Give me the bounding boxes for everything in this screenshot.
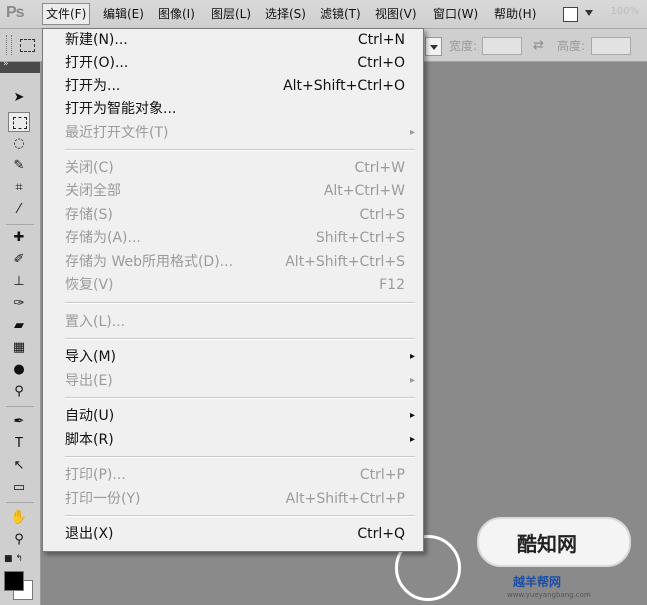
watermark-site-url: www.yueyangbang.com xyxy=(507,591,591,599)
watermark-badge-text: 酷知网 xyxy=(517,532,577,556)
menu-window[interactable]: 窗口(W) xyxy=(430,4,481,24)
submenu-arrow-icon: ▸ xyxy=(409,375,415,386)
toolbox: » ➤ ◌ ✎ ⌗ ⁄ ✚ ✐ ⊥ ✑ ▰ ▦ ● ⚲ ✒ T ↖ ▭ ✋ ⚲ … xyxy=(0,59,41,605)
clone-stamp-tool-icon[interactable]: ⊥ xyxy=(8,272,30,292)
marquee-tool-icon[interactable] xyxy=(8,112,30,132)
menu-item-print[interactable]: 打印(P)... Ctrl+P xyxy=(65,464,405,486)
menu-item-save-for-web[interactable]: 存储为 Web所用格式(D)... Alt+Shift+Ctrl+S xyxy=(65,251,405,273)
menu-item-place[interactable]: 置入(L)... xyxy=(65,311,405,333)
lasso-tool-icon[interactable]: ◌ xyxy=(8,134,30,154)
menu-file[interactable]: 文件(F) xyxy=(42,3,91,25)
menu-select[interactable]: 选择(S) xyxy=(262,4,309,24)
submenu-arrow-icon: ▸ xyxy=(409,410,415,421)
history-brush-tool-icon[interactable]: ✑ xyxy=(8,294,30,314)
brush-tool-icon[interactable]: ✐ xyxy=(8,250,30,270)
collapse-icon: » xyxy=(3,59,9,69)
menu-item-new[interactable]: 新建(N)... Ctrl+N xyxy=(65,29,405,51)
blur-tool-icon[interactable]: ● xyxy=(8,360,30,380)
style-dropdown[interactable] xyxy=(425,37,442,56)
toolbox-divider xyxy=(6,502,34,503)
menu-item-exit[interactable]: 退出(X) Ctrl+Q xyxy=(65,523,405,545)
path-select-tool-icon[interactable]: ↖ xyxy=(8,456,30,476)
menu-item-open[interactable]: 打开(O)... Ctrl+O xyxy=(65,52,405,74)
menu-item-import[interactable]: 导入(M) ▸ xyxy=(65,346,415,368)
height-label: 高度: xyxy=(557,39,586,53)
menu-edit[interactable]: 编辑(E) xyxy=(100,4,147,24)
menu-view[interactable]: 视图(V) xyxy=(372,4,420,24)
default-colors-icon[interactable]: ■ ↰ xyxy=(4,554,23,564)
pen-tool-icon[interactable]: ✒ xyxy=(8,412,30,432)
menu-separator xyxy=(65,515,415,517)
foreground-color-swatch[interactable] xyxy=(4,571,24,591)
watermark-badge: 酷知网 xyxy=(477,517,631,567)
menu-filter[interactable]: 滤镜(T) xyxy=(317,4,364,24)
menu-item-close[interactable]: 关闭(C) Ctrl+W xyxy=(65,157,405,179)
photoshop-logo: Ps xyxy=(6,4,25,21)
zoom-level: 100% xyxy=(610,6,639,17)
submenu-arrow-icon: ▸ xyxy=(409,351,415,362)
toolbox-header[interactable]: » xyxy=(0,59,40,73)
marquee-preset-icon[interactable] xyxy=(20,39,35,52)
menu-layer[interactable]: 图层(L) xyxy=(208,4,254,24)
chevron-down-icon xyxy=(585,10,593,16)
shape-tool-icon[interactable]: ▭ xyxy=(8,478,30,498)
menu-item-close-all[interactable]: 关闭全部 Alt+Ctrl+W xyxy=(65,180,405,202)
move-tool-icon[interactable]: ➤ xyxy=(8,88,30,108)
menu-bar: Ps 文件(F) 编辑(E) 图像(I) 图层(L) 选择(S) 滤镜(T) 视… xyxy=(0,0,647,29)
toolbox-divider xyxy=(6,406,34,407)
width-input[interactable] xyxy=(482,37,522,55)
arrange-documents-button[interactable] xyxy=(563,5,599,23)
file-menu-dropdown: 新建(N)... Ctrl+N 打开(O)... Ctrl+O 打开为... Alt+… xyxy=(42,28,424,552)
watermark-site-name: 越羊帮网 xyxy=(513,575,562,589)
height-input[interactable] xyxy=(591,37,631,55)
arrange-icon xyxy=(563,7,578,22)
dodge-tool-icon[interactable]: ⚲ xyxy=(8,382,30,402)
crop-tool-icon[interactable]: ⌗ xyxy=(8,178,30,198)
menu-item-export[interactable]: 导出(E) ▸ xyxy=(65,370,415,392)
menu-help[interactable]: 帮助(H) xyxy=(491,4,539,24)
menu-separator xyxy=(65,456,415,458)
grip-handle[interactable] xyxy=(6,35,12,55)
menu-item-print-one-copy[interactable]: 打印一份(Y) Alt+Shift+Ctrl+P xyxy=(65,488,405,510)
menu-item-scripts[interactable]: 脚本(R) ▸ xyxy=(65,429,415,451)
width-label: 宽度: xyxy=(449,39,478,53)
watermark: 酷知网 越羊帮网 www.yueyangbang.com xyxy=(395,515,645,603)
menu-item-open-as[interactable]: 打开为... Alt+Shift+Ctrl+O xyxy=(65,75,405,97)
hand-tool-icon[interactable]: ✋ xyxy=(8,508,30,528)
menu-separator xyxy=(65,149,415,151)
menu-separator xyxy=(65,302,415,304)
menu-item-automate[interactable]: 自动(U) ▸ xyxy=(65,405,415,427)
quick-select-tool-icon[interactable]: ✎ xyxy=(8,156,30,176)
menu-separator xyxy=(65,338,415,340)
healing-brush-tool-icon[interactable]: ✚ xyxy=(8,228,30,248)
eraser-tool-icon[interactable]: ▰ xyxy=(8,316,30,336)
submenu-arrow-icon: ▸ xyxy=(409,127,415,138)
submenu-arrow-icon: ▸ xyxy=(409,434,415,445)
menu-item-revert[interactable]: 恢复(V) F12 xyxy=(65,274,405,296)
zoom-tool-icon[interactable]: ⚲ xyxy=(8,530,30,550)
menu-image[interactable]: 图像(I) xyxy=(155,4,198,24)
menu-separator xyxy=(65,397,415,399)
menu-item-save-as[interactable]: 存储为(A)... Shift+Ctrl+S xyxy=(65,227,405,249)
eyedropper-tool-icon[interactable]: ⁄ xyxy=(8,200,30,220)
menu-item-save[interactable]: 存储(S) Ctrl+S xyxy=(65,204,405,226)
type-tool-icon[interactable]: T xyxy=(8,434,30,454)
gradient-tool-icon[interactable]: ▦ xyxy=(8,338,30,358)
toolbox-divider xyxy=(6,224,34,225)
swap-icon[interactable]: ⇄ xyxy=(533,38,544,53)
menu-item-open-as-smart-object[interactable]: 打开为智能对象... xyxy=(65,98,405,120)
menu-item-recent-files[interactable]: 最近打开文件(T) ▸ xyxy=(65,122,415,144)
